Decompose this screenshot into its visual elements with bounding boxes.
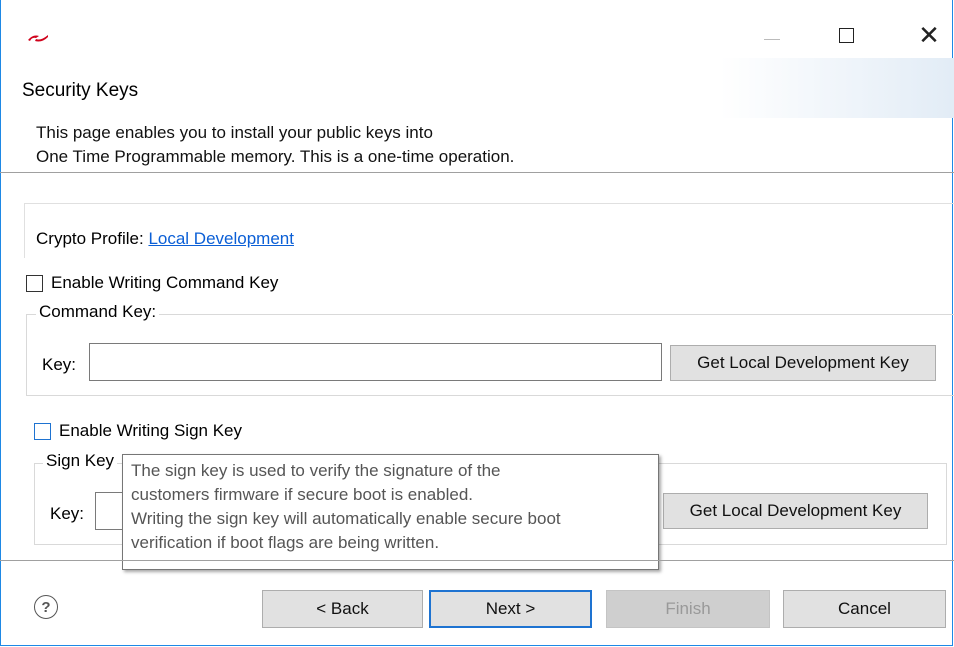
close-icon: ✕	[918, 19, 940, 50]
maximize-button[interactable]	[826, 20, 866, 50]
enable-command-key-label: Enable Writing Command Key	[51, 273, 279, 292]
get-command-key-button[interactable]: Get Local Development Key	[670, 345, 936, 381]
enable-sign-key-label: Enable Writing Sign Key	[59, 421, 243, 440]
back-button[interactable]: < Back	[262, 590, 423, 628]
description-line-2: One Time Programmable memory. This is a …	[36, 147, 515, 166]
enable-sign-key-checkbox[interactable]	[34, 422, 51, 440]
tooltip-line-3: Writing the sign key will automatically …	[131, 509, 561, 528]
enable-command-key-row[interactable]: Enable Writing Command Key	[26, 273, 278, 293]
banner-gradient	[720, 58, 954, 118]
sign-key-group-label: Sign Key	[43, 451, 118, 471]
command-key-group-label: Command Key:	[36, 302, 160, 322]
command-key-input[interactable]	[89, 343, 662, 381]
enable-sign-key-row[interactable]: Enable Writing Sign Key	[34, 421, 242, 441]
minimize-button[interactable]	[752, 20, 792, 50]
enable-command-key-checkbox[interactable]	[26, 274, 43, 292]
header-separator	[0, 172, 954, 173]
sign-key-label: Key:	[50, 504, 85, 523]
close-button[interactable]: ✕	[909, 20, 949, 50]
page-description: This page enables you to install your pu…	[36, 121, 514, 169]
cancel-button[interactable]: Cancel	[783, 590, 946, 628]
app-logo-icon	[28, 35, 48, 42]
crypto-profile: Crypto Profile: Local Development	[36, 229, 294, 249]
next-button[interactable]: Next >	[429, 590, 592, 628]
command-key-label: Key:	[42, 355, 77, 374]
get-sign-key-button[interactable]: Get Local Development Key	[663, 493, 928, 529]
minimize-icon	[764, 38, 780, 40]
crypto-profile-link[interactable]: Local Development	[148, 229, 294, 248]
sign-key-tooltip: The sign key is used to verify the signa…	[122, 454, 659, 570]
tooltip-line-4: verification if boot flags are being wri…	[131, 533, 440, 552]
help-icon[interactable]: ?	[34, 595, 58, 619]
maximize-icon	[838, 27, 854, 43]
crypto-profile-label: Crypto Profile:	[36, 229, 144, 248]
footer-separator	[0, 560, 954, 561]
page-title: Security Keys	[22, 80, 139, 101]
description-line-1: This page enables you to install your pu…	[36, 123, 433, 142]
finish-button: Finish	[606, 590, 770, 628]
tooltip-line-1: The sign key is used to verify the signa…	[131, 461, 501, 480]
tooltip-line-2: customers firmware if secure boot is ena…	[131, 485, 474, 504]
